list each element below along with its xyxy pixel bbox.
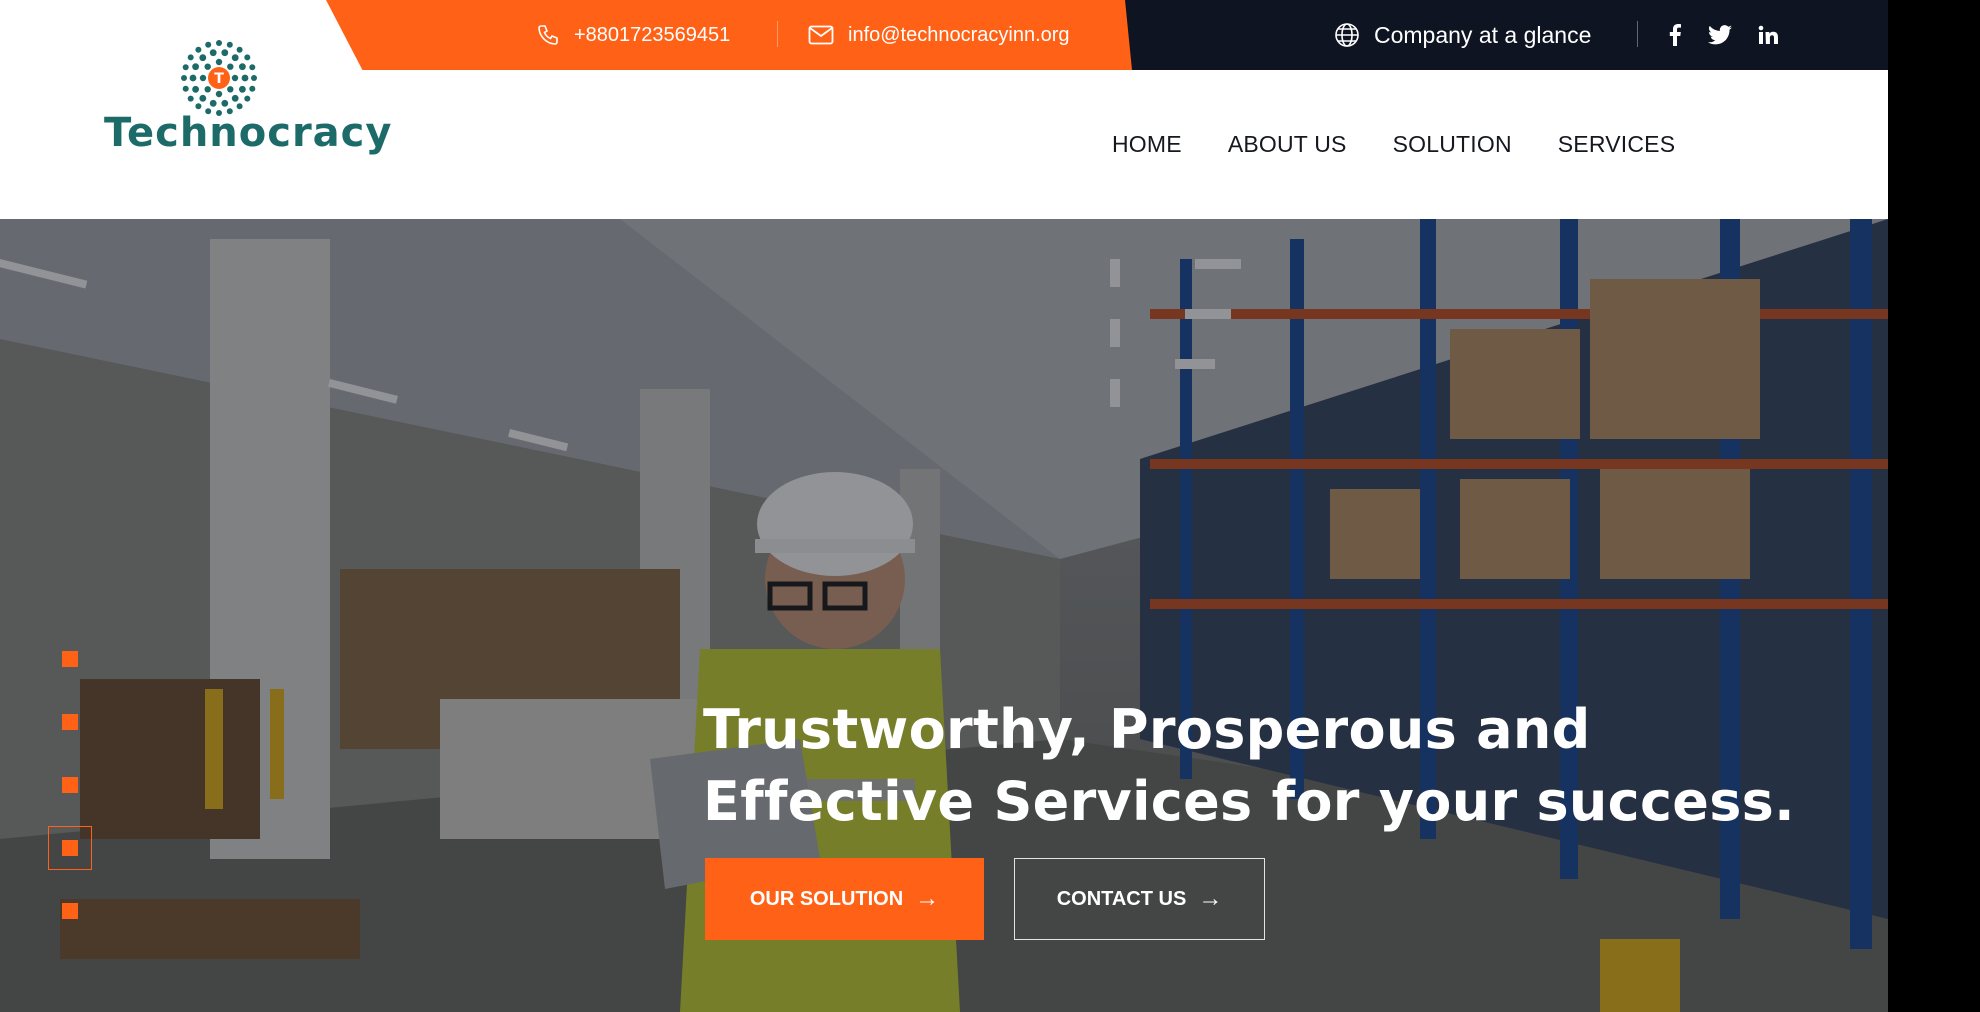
main-nav: HOME ABOUT US SOLUTION SERVICES — [1112, 70, 1721, 219]
slide-dot-2[interactable] — [62, 714, 78, 730]
emblem-dot — [241, 74, 249, 82]
emblem-dot — [249, 85, 256, 92]
emblem-dot — [209, 99, 217, 107]
emblem-dot — [227, 86, 234, 93]
emblem-dot — [182, 85, 189, 92]
slide-dot-3[interactable] — [62, 777, 78, 793]
twitter-icon — [1708, 25, 1732, 45]
divider — [1637, 21, 1638, 47]
divider — [777, 21, 778, 47]
emblem-dot — [226, 41, 233, 48]
emblem-dot — [199, 94, 207, 102]
phone-number: +8801723569451 — [574, 23, 731, 46]
emblem-dot — [251, 75, 257, 81]
contact-us-label: CONTACT US — [1056, 887, 1187, 910]
twitter-link[interactable] — [1708, 0, 1732, 70]
nav-item-about-us[interactable]: ABOUT US — [1228, 131, 1347, 158]
emblem-dot — [182, 64, 189, 71]
emblem-dot — [192, 85, 199, 93]
website: +8801723569451 info@technocracyinn.org C… — [0, 0, 1888, 1012]
facebook-icon — [1669, 24, 1681, 46]
nav-item-solution[interactable]: SOLUTION — [1393, 131, 1512, 158]
emblem-dot — [205, 41, 212, 48]
emblem-dot — [187, 95, 194, 102]
hero-headline: Trustworthy, Prosperous and Effective Se… — [703, 694, 1795, 838]
hero-headline-line-1: Trustworthy, Prosperous and — [703, 698, 1591, 761]
emblem-dot — [181, 75, 187, 81]
phone-icon — [538, 25, 558, 45]
nav-item-services[interactable]: SERVICES — [1558, 131, 1676, 158]
emblem-dot — [209, 49, 217, 57]
emblem-dot — [231, 94, 239, 102]
emblem-dot — [204, 63, 211, 70]
emblem-dot — [189, 74, 197, 82]
emblem-dot — [195, 46, 202, 53]
slide-dot-1[interactable] — [62, 651, 78, 667]
emblem-dot — [221, 99, 229, 107]
linkedin-icon — [1758, 25, 1778, 44]
contact-us-button[interactable]: CONTACT US → — [1014, 858, 1265, 940]
emblem-dot — [244, 95, 251, 102]
mail-icon — [808, 25, 834, 45]
emblem-dot — [215, 58, 223, 66]
emblem-dot — [236, 46, 243, 53]
nav-item-home[interactable]: HOME — [1112, 131, 1182, 158]
email-address: info@technocracyinn.org — [848, 23, 1070, 46]
slide-dot-5[interactable] — [62, 903, 78, 919]
emblem-dot — [231, 54, 239, 62]
linkedin-link[interactable] — [1758, 0, 1778, 70]
emblem-dot — [227, 63, 234, 70]
slide-dot-4-active[interactable] — [62, 840, 78, 856]
our-solution-label: OUR SOLUTION — [749, 887, 904, 910]
emblem-dot — [239, 63, 246, 71]
emblem-dot — [236, 103, 243, 110]
emblem-dot — [244, 54, 251, 61]
emblem-dot — [187, 54, 194, 61]
emblem-dot — [239, 85, 246, 93]
emblem-dot — [216, 40, 222, 46]
email-link[interactable]: info@technocracyinn.org — [808, 0, 1070, 70]
company-link-label: Company at a glance — [1374, 21, 1592, 48]
emblem-dot — [195, 103, 202, 110]
hero-headline-line-2: Effective Services for your success. — [703, 770, 1795, 833]
emblem-dot — [221, 49, 229, 57]
arrow-right-icon: → — [1198, 885, 1223, 912]
arrow-right-icon: → — [915, 885, 940, 912]
emblem-dot — [192, 63, 199, 71]
emblem-dot — [204, 86, 211, 93]
emblem-dot — [199, 54, 207, 62]
globe-icon — [1335, 23, 1359, 47]
brand-name: Technocracy — [104, 110, 393, 156]
company-at-a-glance-link[interactable]: Company at a glance — [1334, 0, 1591, 70]
facebook-link[interactable] — [1668, 0, 1682, 70]
our-solution-button[interactable]: OUR SOLUTION → — [705, 858, 984, 940]
emblem-dot — [199, 74, 207, 82]
phone-link[interactable]: +8801723569451 — [536, 0, 730, 70]
emblem-dot — [215, 90, 223, 98]
emblem-dot — [231, 74, 239, 82]
emblem-letter: T — [214, 71, 224, 87]
emblem-dot — [249, 64, 256, 71]
